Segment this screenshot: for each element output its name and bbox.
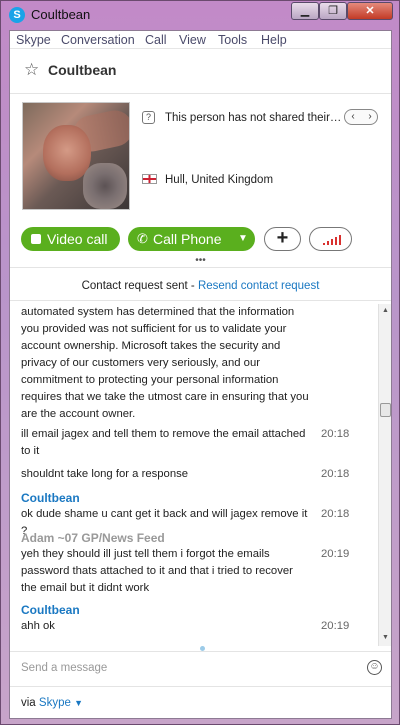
phone-icon: ✆ [137,231,148,246]
message-time: 20:18 [321,428,350,440]
close-button[interactable]: ✕ [347,2,393,20]
skype-window: S Coultbean ▁ ❐ ✕ Skype Conversation Cal… [0,0,400,725]
request-sent-text: Contact request sent - [81,280,198,292]
menu-call[interactable]: Call [145,33,167,47]
message-time: 20:18 [321,468,350,480]
call-actions: Video call ✆ Call Phone ▼ + [10,221,391,255]
message-text: ahh ok [21,620,55,632]
menu-skype[interactable]: Skype [16,33,51,47]
chat-scrollbar[interactable]: ▲ ▼ [378,304,391,646]
minimize-button[interactable]: ▁ [291,2,319,20]
mood-help-icon: ? [142,111,155,124]
menu-tools[interactable]: Tools [218,33,247,47]
scroll-down-icon[interactable]: ▼ [380,634,391,641]
video-call-button[interactable]: Video call [21,227,120,251]
next-arrow-icon[interactable]: › [362,110,378,124]
footer-bar: via Skype ▼ [10,686,391,718]
contact-header: ☆ Coultbean [10,50,391,94]
prev-arrow-icon[interactable]: ‹ [345,110,361,124]
message-compose[interactable]: Send a message ☺ [10,651,391,685]
add-people-button[interactable]: + [264,227,301,251]
skype-app-icon: S [9,7,25,23]
scroll-up-icon[interactable]: ▲ [380,307,391,314]
message-sender[interactable]: Adam ~07 GP/News Feed [21,531,165,545]
emoticon-icon[interactable]: ☺ [367,660,382,675]
uk-flag-icon [142,174,157,184]
profile-nav-arrows[interactable]: ‹ › [344,109,378,125]
via-skype-dropdown[interactable]: Skype [39,697,71,709]
signal-bars-icon [323,235,341,245]
message-time: 20:19 [321,620,350,632]
video-camera-icon [31,234,41,244]
menu-help[interactable]: Help [261,33,287,47]
via-label: via [21,697,39,709]
resend-request-link[interactable]: Resend contact request [198,280,319,292]
message-sender[interactable]: Coultbean [21,603,80,617]
menu-view[interactable]: View [179,33,206,47]
favorite-star-icon[interactable]: ☆ [24,60,39,80]
menu-conversation[interactable]: Conversation [61,33,135,47]
panel-collapse-handle[interactable]: ••• [10,256,391,268]
call-quality-button[interactable] [309,227,352,251]
message-sender[interactable]: Coultbean [21,491,80,505]
contact-request-bar: Contact request sent - Resend contact re… [10,271,391,301]
message-text: ill email jagex and tell them to remove … [21,428,306,457]
message-text: yeh they should ill just tell them i for… [21,548,293,594]
window-title: Coultbean [31,7,91,22]
maximize-button[interactable]: ❐ [319,2,347,20]
title-bar[interactable]: S Coultbean ▁ ❐ ✕ [1,1,399,29]
menu-bar: Skype Conversation Call View Tools Help [10,31,391,49]
message-time: 20:19 [321,548,350,560]
chat-history: automated system has determined that the… [10,304,378,646]
chevron-down-icon[interactable]: ▼ [74,698,83,708]
call-phone-button[interactable]: ✆ Call Phone ▼ [128,227,255,251]
scroll-thumb[interactable] [380,403,391,417]
message-time: 20:18 [321,508,350,520]
profile-panel: ? This person has not shared their… ‹ › … [10,95,391,220]
conversation-pane: Skype Conversation Call View Tools Help … [9,30,392,719]
mood-text: This person has not shared their… [165,112,342,124]
chevron-down-icon[interactable]: ▼ [238,227,248,251]
message-input[interactable]: Send a message [21,662,107,674]
contact-name: Coultbean [48,62,117,78]
contact-avatar [22,102,130,210]
message-text: automated system has determined that the… [21,306,309,420]
location-text: Hull, United Kingdom [165,174,274,186]
message-text: shouldnt take long for a response [21,468,189,480]
